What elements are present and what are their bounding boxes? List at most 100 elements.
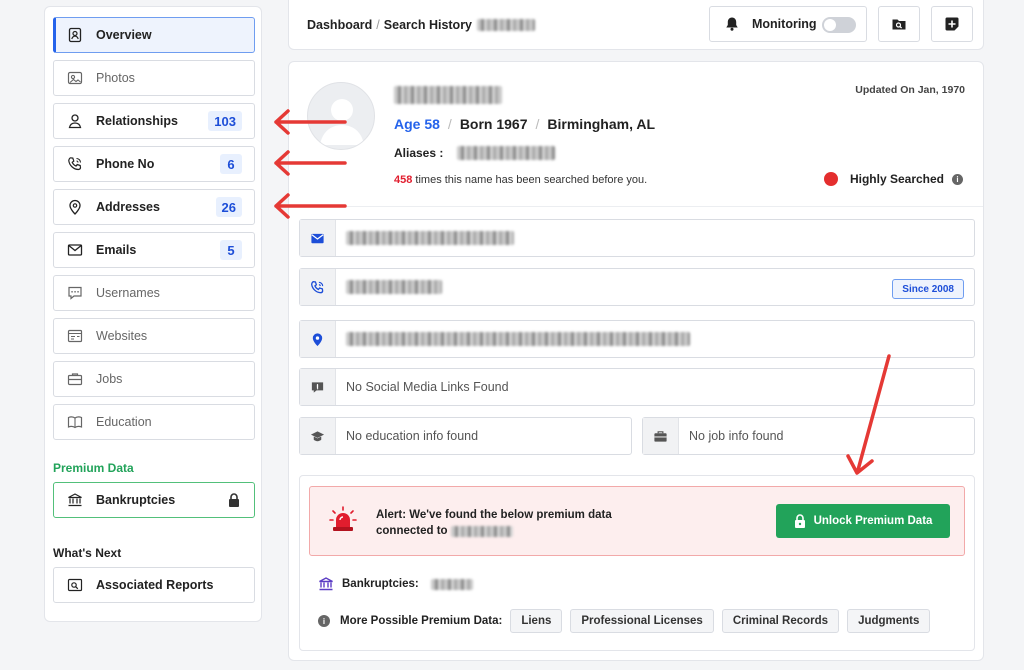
divider [289,206,983,207]
social-empty-text: No Social Media Links Found [346,380,509,394]
aliases: Aliases : [394,146,556,160]
count-badge: 26 [215,197,242,217]
folder-search-icon [892,19,906,30]
age-value: Age 58 [394,116,440,132]
phone-row: Since 2008 [299,268,975,306]
sidebar-item-jobs[interactable]: Jobs [53,361,255,397]
sidebar-item-relationships[interactable]: Relationships 103 [53,103,255,139]
alert-line-2: connected to [376,525,448,537]
tag-liens[interactable]: Liens [510,609,563,633]
monitoring-control[interactable]: Monitoring [709,6,867,42]
breadcrumb: Dashboard / Search History [307,18,536,32]
redacted-email [346,231,514,245]
redacted-full-name [394,86,502,104]
location: Birmingham, AL [547,116,656,132]
monitoring-label: Monitoring [752,17,817,31]
bankruptcies-label: Bankruptcies: [342,578,419,590]
sidebar-item-addresses[interactable]: Addresses 26 [53,189,255,225]
aliases-label: Aliases : [394,146,444,160]
phone-icon [300,269,336,305]
sidebar-item-label: Photos [96,71,135,85]
sidebar-item-label: Relationships [96,114,178,128]
sidebar-item-photos[interactable]: Photos [53,60,255,96]
bank-icon [319,577,333,591]
tag-criminal-records[interactable]: Criminal Records [721,609,840,633]
birth-year: Born 1967 [459,116,528,132]
alert-line-1: Alert: We've found the below premium dat… [376,509,612,521]
graduation-cap-icon [300,418,336,454]
avatar [307,82,375,150]
address-row [299,320,975,358]
add-report-button[interactable] [931,6,973,42]
sidebar-item-websites[interactable]: Websites [53,318,255,354]
more-premium-data: i More Possible Premium Data: Liens Prof… [318,609,931,633]
sidebar-item-emails[interactable]: Emails 5 [53,232,255,268]
updated-date: Updated On Jan, 1970 [855,84,965,96]
highly-searched-label: Highly Searched [849,172,944,186]
user-icon [66,112,84,130]
lock-icon [794,514,805,528]
sidebar-item-phone[interactable]: Phone No 6 [53,146,255,182]
sidebar: Overview Photos Relationships 103 Phone … [44,6,262,622]
sidebar-item-label: Jobs [96,372,123,386]
redacted-name [477,18,536,31]
bank-icon [66,491,84,509]
tag-judgments[interactable]: Judgments [847,609,931,633]
info-icon[interactable]: i [952,173,963,185]
siren-icon [329,506,357,531]
sidebar-item-label: Phone No [96,157,155,171]
chat-icon [300,369,336,405]
search-count-text: 458 times this name has been searched be… [394,174,647,186]
sidebar-item-label: Usernames [96,286,160,300]
unlock-label: Unlock Premium Data [813,515,933,527]
photo-icon [66,69,84,87]
sidebar-item-bankruptcies[interactable]: Bankruptcies [53,482,255,518]
job-empty-text: No job info found [689,429,784,443]
sidebar-item-usernames[interactable]: Usernames [53,275,255,311]
sidebar-item-overview[interactable]: Overview [53,17,255,53]
sidebar-item-associated-reports[interactable]: Associated Reports [53,567,255,603]
top-bar: Dashboard / Search History Monitoring [288,0,984,50]
profile-meta: Age 58 / Born 1967 / Birmingham, AL [394,116,655,132]
breadcrumb-search-history[interactable]: Search History [384,18,472,32]
browser-icon [66,327,84,345]
phone-icon [66,155,84,173]
redacted-address [346,332,690,346]
job-row: No job info found [642,417,975,455]
trending-icon [823,172,838,186]
breadcrumb-dashboard[interactable]: Dashboard [307,18,372,32]
count-badge: 6 [220,154,242,174]
profile-card: Updated On Jan, 1970 Age 58 / Born 1967 … [288,61,984,661]
premium-section: Alert: We've found the below premium dat… [299,475,975,651]
envelope-icon [300,220,336,256]
book-icon [66,413,84,431]
add-note-icon [945,17,959,31]
monitoring-toggle[interactable] [822,17,856,33]
tag-professional-licenses[interactable]: Professional Licenses [570,609,714,633]
location-pin-icon [66,198,84,216]
search-count-suffix: times this name has been searched before… [412,174,648,186]
premium-alert: Alert: We've found the below premium dat… [309,486,965,556]
social-media-row: No Social Media Links Found [299,368,975,406]
briefcase-icon [66,370,84,388]
report-search-icon [66,576,84,594]
premium-data-heading: Premium Data [53,461,134,475]
envelope-icon [66,241,84,259]
meta-separator: / [447,116,452,132]
whats-next-heading: What's Next [53,546,122,560]
education-row: No education info found [299,417,632,455]
redacted-count [430,578,473,590]
sidebar-item-label: Emails [96,243,137,257]
redacted-alias [457,146,556,160]
alert-message: Alert: We've found the below premium dat… [376,507,612,539]
profile-card-icon [66,26,84,44]
unlock-premium-button[interactable]: Unlock Premium Data [776,504,950,538]
sidebar-item-label: Addresses [96,200,160,214]
redacted-name [450,525,513,537]
sidebar-item-label: Bankruptcies [96,493,176,507]
bell-icon [726,17,738,31]
sidebar-item-label: Websites [96,329,148,343]
lock-icon [229,493,239,507]
search-report-button[interactable] [878,6,920,42]
sidebar-item-education[interactable]: Education [53,404,255,440]
